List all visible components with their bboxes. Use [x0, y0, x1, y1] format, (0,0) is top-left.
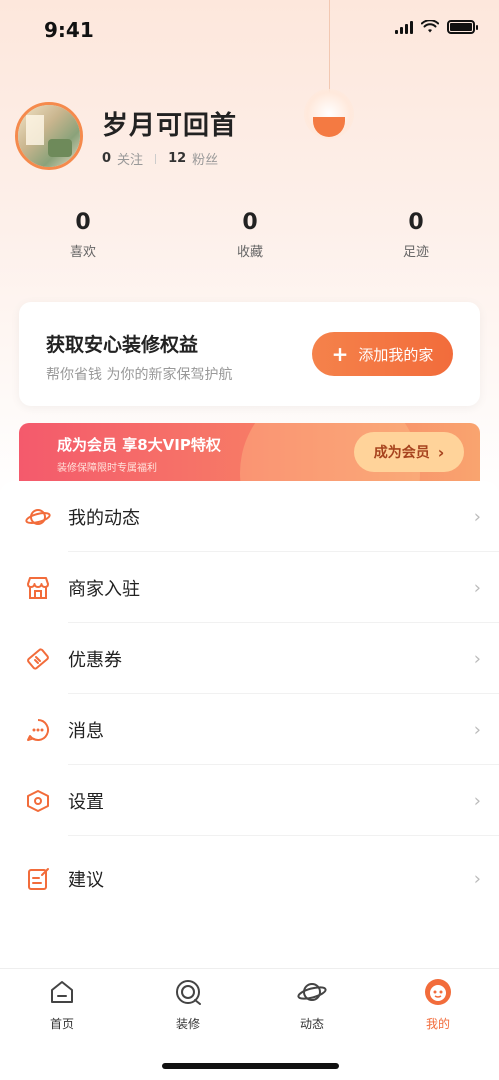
stat-value: 0	[75, 210, 91, 235]
settings-icon	[24, 787, 52, 815]
plus-icon: +	[331, 342, 349, 366]
following-count[interactable]: 0	[102, 151, 111, 166]
follow-stats: 0 关注 12 粉丝	[102, 149, 218, 168]
menu-list: 我的动态 › 商家入驻 › 优惠券 › 消息 › 设置 › 建议 ›	[0, 481, 499, 922]
status-time: 9:41	[44, 18, 94, 42]
message-icon	[24, 716, 52, 744]
stat-history[interactable]: 0 足迹	[376, 210, 456, 260]
tab-label: 首页	[49, 1017, 74, 1031]
chevron-right-icon: ›	[473, 577, 481, 598]
menu-label: 我的动态	[68, 507, 140, 529]
menu-label: 消息	[68, 720, 104, 742]
chevron-right-icon: ›	[473, 648, 481, 669]
status-bar: 9:41	[0, 0, 499, 60]
planet-icon	[297, 977, 327, 1007]
coupon-icon	[24, 645, 52, 673]
tab-mine[interactable]: 我的	[398, 977, 478, 1032]
tab-label: 动态	[299, 1017, 324, 1031]
menu-label: 商家入驻	[68, 578, 140, 600]
decor-lamp-cord	[329, 0, 330, 100]
menu-item-my-posts[interactable]: 我的动态 ›	[0, 481, 499, 552]
fans-count[interactable]: 12	[168, 151, 186, 166]
menu-label: 设置	[68, 791, 104, 813]
profile-face-icon	[423, 977, 453, 1007]
vip-banner[interactable]: 成为会员 享8大VIP特权 装修保障限时专属福利 成为会员 ›	[19, 423, 480, 481]
stat-label: 足迹	[402, 245, 429, 260]
cellular-signal-icon	[395, 20, 413, 34]
stat-value: 0	[408, 210, 424, 235]
following-label[interactable]: 关注	[117, 149, 143, 168]
divider	[155, 153, 157, 164]
add-home-button[interactable]: + 添加我的家	[312, 332, 453, 376]
chevron-right-icon: ›	[437, 442, 445, 462]
home-icon	[47, 977, 77, 1007]
store-icon	[24, 574, 52, 602]
menu-item-feedback[interactable]: 建议 ›	[0, 836, 499, 922]
tab-label: 装修	[175, 1017, 200, 1031]
tab-home[interactable]: 首页	[22, 977, 102, 1032]
battery-icon	[447, 20, 478, 34]
tab-feed[interactable]: 动态	[272, 977, 352, 1032]
menu-item-messages[interactable]: 消息 ›	[0, 694, 499, 765]
chevron-right-icon: ›	[473, 790, 481, 811]
home-benefits-card: 获取安心装修权益 帮你省钱 为你的新家保驾护航 + 添加我的家	[19, 302, 480, 406]
tab-decorate[interactable]: 装修	[148, 977, 228, 1032]
stat-label: 喜欢	[69, 245, 96, 260]
card-title: 获取安心装修权益	[46, 334, 199, 356]
decorate-icon	[173, 977, 203, 1007]
avatar[interactable]	[15, 102, 83, 170]
fans-label[interactable]: 粉丝	[192, 149, 218, 168]
become-member-button[interactable]: 成为会员 ›	[354, 432, 464, 472]
tab-label: 我的	[425, 1017, 450, 1031]
menu-item-merchant[interactable]: 商家入驻 ›	[0, 552, 499, 623]
chevron-right-icon: ›	[473, 506, 481, 527]
vip-title: 成为会员 享8大VIP特权	[57, 436, 221, 454]
status-icons	[395, 20, 478, 34]
card-subtitle: 帮你省钱 为你的新家保驾护航	[46, 367, 233, 383]
stat-label: 收藏	[236, 245, 263, 260]
planet-icon	[24, 503, 52, 531]
menu-item-coupons[interactable]: 优惠券 ›	[0, 623, 499, 694]
vip-subtitle: 装修保障限时专属福利	[57, 463, 157, 474]
username[interactable]: 岁月可回首	[102, 105, 237, 142]
add-home-label: 添加我的家	[358, 345, 434, 364]
menu-item-settings[interactable]: 设置 ›	[0, 765, 499, 836]
chevron-right-icon: ›	[473, 719, 481, 740]
home-indicator	[162, 1063, 339, 1069]
chevron-right-icon: ›	[473, 868, 481, 890]
stat-value: 0	[242, 210, 258, 235]
stat-likes[interactable]: 0 喜欢	[43, 210, 123, 260]
become-member-label: 成为会员	[373, 445, 430, 461]
menu-label: 优惠券	[68, 649, 122, 671]
wifi-icon	[421, 20, 439, 33]
stat-favorites[interactable]: 0 收藏	[210, 210, 290, 260]
feedback-icon	[24, 865, 52, 893]
menu-label: 建议	[68, 870, 104, 891]
